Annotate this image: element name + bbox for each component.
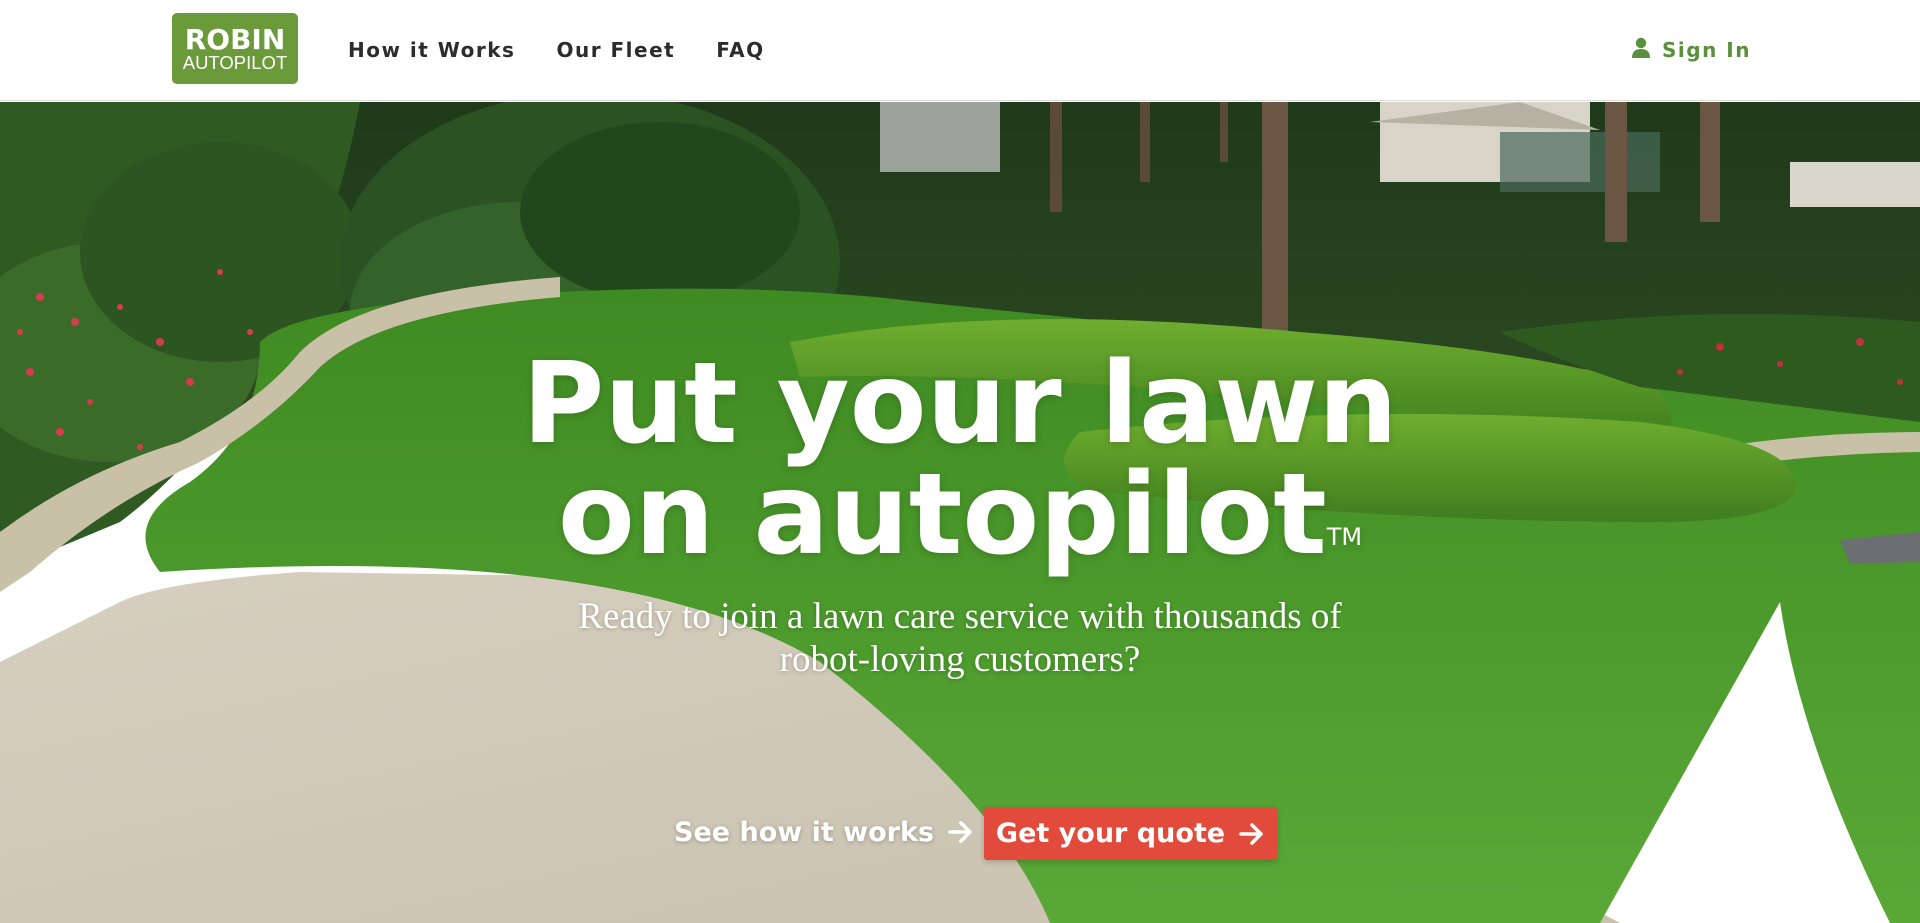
get-your-quote-button[interactable]: Get your quote — [984, 807, 1277, 860]
nav-how-it-works[interactable]: How it Works — [348, 36, 515, 64]
arrow-right-icon — [1239, 822, 1265, 846]
see-how-it-works-label: See how it works — [674, 816, 934, 848]
main-nav: How it Works Our Fleet FAQ — [348, 36, 765, 64]
sign-in-link[interactable]: Sign In — [1631, 36, 1751, 64]
site-header: ROBIN AUTOPILOT How it Works Our Fleet F… — [0, 0, 1920, 101]
hero-subheading: Ready to join a lawn care service with t… — [578, 596, 1342, 680]
logo-line1: ROBIN — [184, 22, 286, 56]
nav-our-fleet[interactable]: Our Fleet — [556, 36, 675, 64]
sign-in-label: Sign In — [1662, 38, 1751, 62]
arrow-right-icon — [948, 820, 974, 844]
robin-autopilot-logo[interactable]: ROBIN AUTOPILOT — [172, 13, 298, 84]
see-how-it-works-link[interactable]: See how it works — [674, 808, 974, 856]
hero-section: Put your lawn on autopilotTM Ready to jo… — [0, 102, 1920, 923]
hero-headline: Put your lawn on autopilotTM — [410, 348, 1510, 571]
user-icon — [1631, 37, 1651, 64]
trademark-mark: TM — [1326, 523, 1363, 551]
logo-line2: AUTOPILOT — [182, 51, 288, 73]
get-your-quote-label: Get your quote — [995, 818, 1226, 849]
headline-line2: on autopilot — [557, 450, 1327, 580]
nav-faq[interactable]: FAQ — [716, 36, 764, 64]
